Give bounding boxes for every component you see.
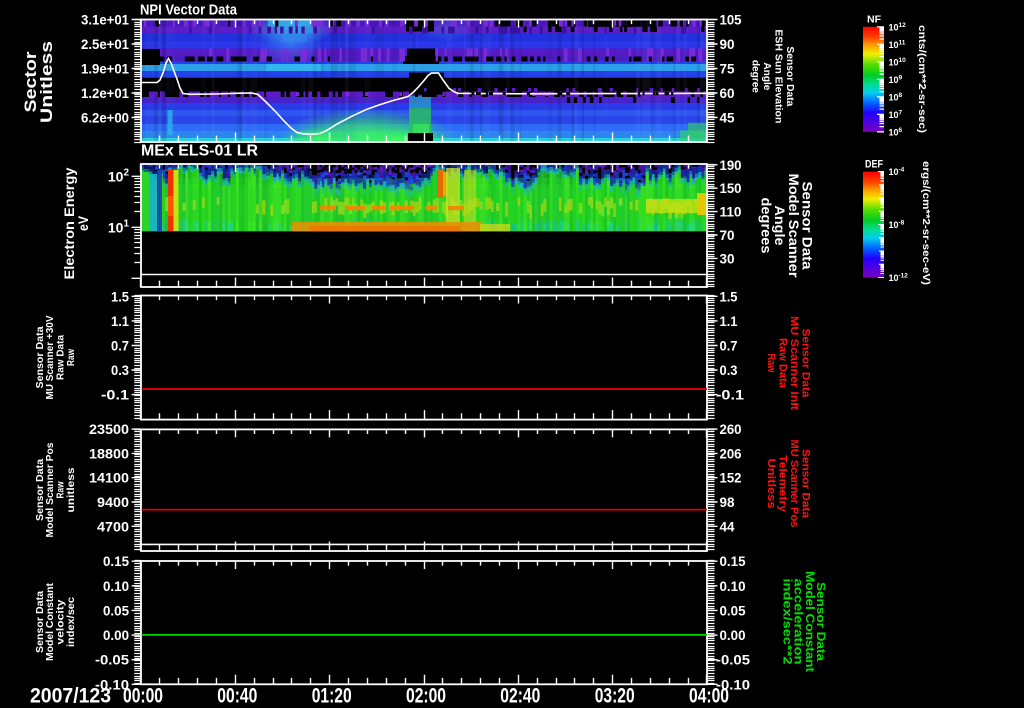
svg-text:Unitless: Unitless: [38, 41, 56, 123]
svg-text:degree: degree: [750, 60, 762, 93]
svg-text:02:40: 02:40: [500, 685, 540, 708]
svg-text:02:00: 02:00: [406, 685, 446, 708]
svg-text:0.10: 0.10: [720, 578, 746, 594]
svg-text:-0.05: -0.05: [95, 652, 129, 668]
svg-text:Sensor Data: Sensor Data: [35, 591, 46, 653]
svg-text:00:00: 00:00: [123, 685, 163, 708]
svg-text:4700: 4700: [97, 518, 129, 534]
svg-text:2.5e+01: 2.5e+01: [81, 36, 129, 52]
svg-text:3.1e+01: 3.1e+01: [81, 12, 129, 28]
svg-text:Raw Data: Raw Data: [776, 338, 788, 389]
svg-text:MU Scanner Pos: MU Scanner Pos: [788, 440, 800, 528]
svg-text:206: 206: [720, 445, 742, 461]
svg-text:110: 110: [720, 204, 742, 220]
svg-text:0.7: 0.7: [111, 338, 129, 354]
svg-text:1.1: 1.1: [111, 313, 129, 329]
svg-text:18800: 18800: [89, 445, 129, 461]
svg-text:cnts/(cm**2-sr-sec): cnts/(cm**2-sr-sec): [916, 25, 927, 133]
svg-text:01:20: 01:20: [312, 685, 352, 708]
svg-text:index/sec**2: index/sec**2: [780, 579, 794, 665]
svg-text:9400: 9400: [97, 494, 129, 510]
svg-text:75: 75: [720, 61, 735, 77]
svg-text:unitless: unitless: [66, 467, 77, 513]
svg-text:Raw: Raw: [56, 481, 67, 498]
svg-text:23500: 23500: [89, 421, 129, 437]
svg-text:NPI Vector Data: NPI Vector Data: [140, 2, 238, 18]
svg-text:0.3: 0.3: [111, 362, 129, 378]
svg-text:152: 152: [720, 470, 742, 486]
svg-text:150: 150: [720, 180, 742, 196]
svg-text:ergs/(cm**2-sr-sec-eV): ergs/(cm**2-sr-sec-eV): [920, 161, 931, 285]
svg-text:98: 98: [720, 494, 735, 510]
svg-text:0.00: 0.00: [103, 627, 129, 643]
svg-text:190: 190: [720, 157, 742, 173]
svg-text:1.1: 1.1: [720, 313, 738, 329]
svg-text:60: 60: [720, 85, 735, 101]
svg-text:eV: eV: [76, 216, 91, 231]
svg-text:Angle: Angle: [761, 62, 773, 90]
svg-text:Raw Data: Raw Data: [56, 335, 67, 380]
svg-text:index/sec: index/sec: [66, 597, 77, 647]
svg-text:ESH Sun Elevation: ESH Sun Elevation: [773, 29, 785, 123]
svg-text:Sensor Data: Sensor Data: [35, 459, 46, 521]
svg-text:0.05: 0.05: [103, 602, 129, 618]
svg-text:0.15: 0.15: [103, 553, 129, 569]
svg-text:NF: NF: [867, 15, 881, 26]
svg-text:MEx ELS-01 LR: MEx ELS-01 LR: [141, 142, 258, 159]
svg-text:90: 90: [720, 36, 735, 52]
svg-text:velocity: velocity: [56, 599, 67, 645]
svg-text:30: 30: [720, 250, 735, 266]
svg-text:0.7: 0.7: [720, 338, 738, 354]
svg-text:0.05: 0.05: [720, 602, 746, 618]
svg-text:-0.05: -0.05: [716, 652, 750, 668]
svg-text:degrees: degrees: [758, 198, 773, 254]
svg-text:2007/123: 2007/123: [30, 685, 111, 708]
svg-text:00:40: 00:40: [217, 685, 257, 708]
svg-text:14100: 14100: [89, 470, 129, 486]
svg-text:MU Scanner +30V: MU Scanner +30V: [45, 315, 56, 399]
svg-text:0.3: 0.3: [720, 362, 738, 378]
svg-text:Raw: Raw: [66, 349, 77, 366]
svg-text:-0.1: -0.1: [101, 387, 129, 403]
svg-text:-0.1: -0.1: [716, 387, 744, 403]
svg-text:105: 105: [720, 12, 742, 28]
svg-text:1.5: 1.5: [720, 288, 738, 304]
svg-text:0.15: 0.15: [720, 553, 746, 569]
svg-text:70: 70: [720, 227, 735, 243]
svg-text:0.10: 0.10: [103, 578, 129, 594]
svg-text:Sensor Data: Sensor Data: [799, 329, 811, 399]
svg-text:Model Scanner Pos: Model Scanner Pos: [45, 442, 56, 537]
svg-text:1.5: 1.5: [111, 288, 129, 304]
svg-text:03:20: 03:20: [595, 685, 635, 708]
svg-text:6.2e+00: 6.2e+00: [81, 110, 129, 126]
svg-text:1.2e+01: 1.2e+01: [81, 85, 129, 101]
svg-text:MU Scanner InIt: MU Scanner InIt: [788, 316, 800, 410]
svg-text:Model Constant: Model Constant: [45, 582, 56, 661]
svg-text:DEF: DEF: [865, 159, 883, 171]
svg-text:Raw: Raw: [765, 354, 777, 373]
svg-text:0.00: 0.00: [720, 627, 746, 643]
svg-text:Unitless: Unitless: [765, 459, 777, 509]
svg-text:Electron Energy: Electron Energy: [62, 167, 77, 280]
svg-text:04:00: 04:00: [689, 685, 729, 708]
svg-text:1.9e+01: 1.9e+01: [81, 61, 129, 77]
svg-text:260: 260: [720, 421, 742, 437]
svg-text:Sensor Data: Sensor Data: [799, 449, 811, 519]
svg-text:Sensor Data: Sensor Data: [35, 326, 46, 388]
svg-text:44: 44: [720, 518, 735, 534]
svg-text:45: 45: [720, 110, 735, 126]
svg-text:Telemetry: Telemetry: [776, 455, 788, 513]
svg-text:Sensor Data: Sensor Data: [784, 46, 796, 106]
